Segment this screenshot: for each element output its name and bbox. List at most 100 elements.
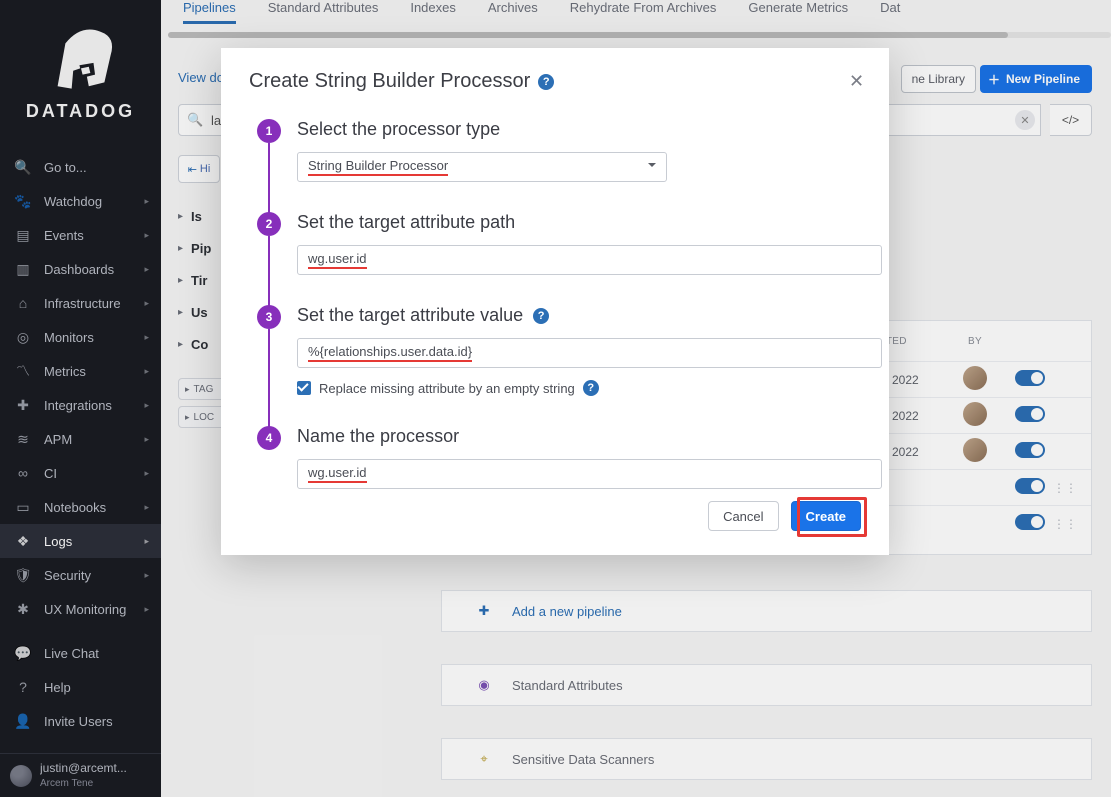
nav-monitors[interactable]: ◎Monitors▸ — [0, 320, 161, 354]
step-1-title: Select the processor type — [297, 119, 861, 140]
nav-watchdog[interactable]: 🐾Watchdog▸ — [0, 184, 161, 218]
plus-icon: ＋ — [988, 71, 1000, 88]
tab-genmetrics[interactable]: Generate Metrics — [748, 0, 848, 24]
hide-button[interactable]: ⇤ Hi — [178, 155, 220, 183]
nav-integrations[interactable]: ✚Integrations▸ — [0, 388, 161, 422]
nav-dashboards[interactable]: ▥Dashboards▸ — [0, 252, 161, 286]
nav-metrics[interactable]: 〽Metrics▸ — [0, 354, 161, 388]
step-number: 2 — [257, 212, 281, 236]
tab-overflow[interactable]: Dat — [880, 0, 900, 24]
add-pipeline-row[interactable]: ✚Add a new pipeline — [441, 590, 1092, 632]
chevron-right-icon: ▸ — [178, 339, 183, 350]
nav-security[interactable]: 🛡Security▸ — [0, 558, 161, 592]
drag-handle-icon[interactable]: ⋮⋮ — [1053, 481, 1071, 495]
chevron-right-icon: ▸ — [144, 298, 149, 309]
nav-apm[interactable]: ≋APM▸ — [0, 422, 161, 456]
help-icon[interactable]: ? — [533, 308, 549, 324]
nav-ux[interactable]: ✱UX Monitoring▸ — [0, 592, 161, 626]
checkbox-checked-icon[interactable] — [297, 381, 311, 395]
nav-notebooks[interactable]: ▭Notebooks▸ — [0, 490, 161, 524]
toggle[interactable] — [1015, 406, 1045, 422]
nav-logs[interactable]: ❖Logs▸ — [0, 524, 161, 558]
help-icon: ? — [12, 679, 34, 695]
tab-pipelines[interactable]: Pipelines — [183, 0, 236, 24]
datadog-logo-icon — [42, 19, 120, 99]
invite-icon: 👤 — [12, 713, 34, 730]
create-processor-modal: Create String Builder Processor? ✕ 1 Sel… — [221, 48, 889, 555]
step-4: 4 Name the processor wg.user.id — [249, 426, 861, 489]
new-pipeline-button[interactable]: ＋New Pipeline — [980, 65, 1092, 93]
scrollbar-thumb[interactable] — [168, 32, 1008, 38]
infra-icon: ⌂ — [12, 295, 34, 311]
user-email: justin@arcemt... — [40, 762, 127, 775]
shield-icon: 🛡 — [12, 567, 34, 584]
nav-user[interactable]: justin@arcemt... Arcem Tene — [0, 753, 161, 797]
chevron-right-icon: ▸ — [144, 264, 149, 275]
tab-indexes[interactable]: Indexes — [410, 0, 456, 24]
target-value-input[interactable]: %{relationships.user.data.id} — [297, 338, 882, 368]
chevron-right-icon: ▸ — [144, 196, 149, 207]
nav-infrastructure[interactable]: ⌂Infrastructure▸ — [0, 286, 161, 320]
drag-handle-icon[interactable]: ⋮⋮ — [1053, 517, 1071, 531]
clear-search-button[interactable]: ✕ — [1015, 110, 1035, 130]
replace-missing-checkbox[interactable]: Replace missing attribute by an empty st… — [297, 380, 861, 396]
notebooks-icon: ▭ — [12, 499, 34, 516]
chevron-right-icon: ▸ — [185, 384, 190, 395]
help-icon[interactable]: ? — [538, 74, 554, 90]
logo: DATADOG — [0, 0, 161, 140]
tab-rehydrate[interactable]: Rehydrate From Archives — [570, 0, 717, 24]
processor-type-select[interactable]: String Builder Processor — [297, 152, 667, 182]
metrics-icon: 〽 — [12, 361, 34, 381]
chevron-right-icon: ▸ — [178, 243, 183, 254]
tab-std-attrs[interactable]: Standard Attributes — [268, 0, 379, 24]
modal-title: Create String Builder Processor? — [249, 70, 861, 93]
avatar — [10, 765, 32, 787]
search-value: la — [211, 113, 221, 128]
toggle[interactable] — [1015, 514, 1045, 530]
scan-icon: ⌖ — [474, 751, 494, 767]
step-2: 2 Set the target attribute path wg.user.… — [249, 212, 861, 275]
nav-list: 🔍Go to... 🐾Watchdog▸ ▤Events▸ ▥Dashboard… — [0, 140, 161, 626]
chevron-right-icon: ▸ — [144, 400, 149, 411]
toggle[interactable] — [1015, 442, 1045, 458]
nav-goto[interactable]: 🔍Go to... — [0, 150, 161, 184]
code-toggle-button[interactable]: </> — [1050, 104, 1092, 136]
watchdog-icon: 🐾 — [12, 193, 34, 210]
toggle[interactable] — [1015, 478, 1045, 494]
chevron-right-icon: ▸ — [144, 366, 149, 377]
ci-icon: ∞ — [12, 465, 34, 481]
nav-invite[interactable]: 👤Invite Users — [0, 704, 161, 738]
chevron-right-icon: ▸ — [185, 412, 190, 423]
selected-value: String Builder Processor — [308, 158, 448, 176]
brand-name: DATADOG — [26, 101, 135, 122]
nav-help[interactable]: ?Help — [0, 670, 161, 704]
tabs-scrollbar[interactable] — [168, 32, 1111, 38]
tab-archives[interactable]: Archives — [488, 0, 538, 24]
nav-events[interactable]: ▤Events▸ — [0, 218, 161, 252]
help-icon[interactable]: ? — [583, 380, 599, 396]
close-button[interactable]: ✕ — [849, 72, 869, 92]
create-button[interactable]: Create — [791, 501, 861, 531]
scanners-row[interactable]: ⌖Sensitive Data Scanners — [441, 738, 1092, 780]
view-docs-link[interactable]: View do — [178, 70, 224, 85]
std-attrs-row[interactable]: ◉Standard Attributes — [441, 664, 1092, 706]
monitors-icon: ◎ — [12, 329, 34, 346]
chevron-right-icon: ▸ — [144, 468, 149, 479]
step-2-title: Set the target attribute path — [297, 212, 861, 233]
user-org: Arcem Tene — [40, 778, 93, 789]
nav-ci[interactable]: ∞CI▸ — [0, 456, 161, 490]
chevron-right-icon: ▸ — [144, 570, 149, 581]
toggle[interactable] — [1015, 370, 1045, 386]
chevron-right-icon: ▸ — [178, 211, 183, 222]
chevron-right-icon: ▸ — [144, 604, 149, 615]
cancel-button[interactable]: Cancel — [708, 501, 778, 531]
chevron-right-icon: ▸ — [144, 434, 149, 445]
processor-name-input[interactable]: wg.user.id — [297, 459, 882, 489]
step-number: 3 — [257, 305, 281, 329]
target-path-input[interactable]: wg.user.id — [297, 245, 882, 275]
step-1: 1 Select the processor type String Build… — [249, 119, 861, 182]
avatar — [963, 438, 987, 462]
pipeline-library-button[interactable]: ne Library — [901, 65, 976, 93]
chevron-right-icon: ▸ — [144, 332, 149, 343]
nav-livechat[interactable]: 💬Live Chat — [0, 636, 161, 670]
